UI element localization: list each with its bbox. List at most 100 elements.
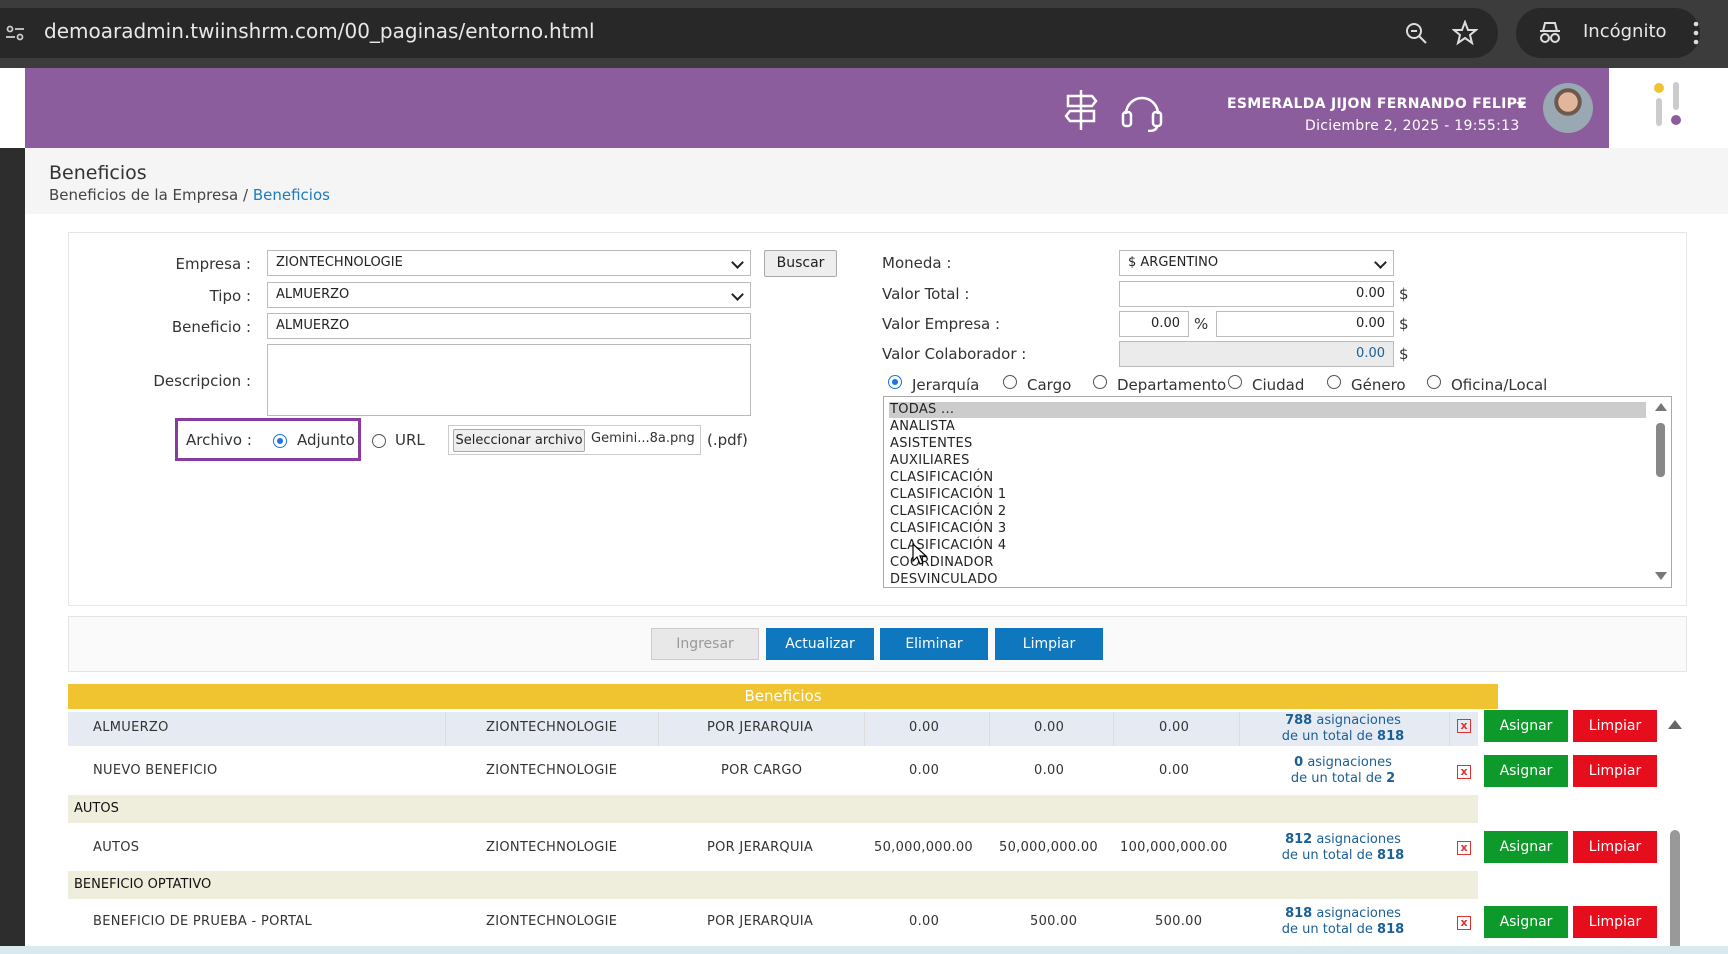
scroll-thumb[interactable]: [1656, 423, 1665, 477]
table-row[interactable]: NUEVO BENEFICIO ZIONTECHNOLOGIE POR CARG…: [68, 748, 1478, 792]
assignments-summary[interactable]: 0 asignaciones de un total de 2: [1253, 755, 1433, 787]
list-item[interactable]: CLASIFICACIÓN 3: [890, 521, 1006, 536]
delete-icon[interactable]: x: [1457, 916, 1471, 930]
buscar-button[interactable]: Buscar: [764, 250, 837, 277]
valor-total-input[interactable]: 0.00: [1119, 281, 1394, 307]
adjunto-radio[interactable]: [273, 434, 287, 448]
user-name[interactable]: ESMERALDA JIJON FERNANDO FELIPE: [1227, 96, 1527, 112]
beneficio-input[interactable]: ALMUERZO: [267, 313, 751, 339]
benefit-value-3: 0.00: [1159, 720, 1190, 735]
delete-icon[interactable]: x: [1457, 719, 1471, 733]
bottom-scroll-strip: [0, 946, 1728, 954]
list-item[interactable]: ASISTENTES: [890, 436, 973, 451]
breadcrumb-root[interactable]: Beneficios de la Empresa: [49, 186, 238, 204]
list-item[interactable]: CLASIFICACIÓN 4: [890, 538, 1006, 553]
limpiar-row-button[interactable]: Limpiar: [1573, 755, 1657, 787]
descripcion-label: Descripcion :: [153, 372, 251, 390]
filter-radio-jerarquia[interactable]: [888, 375, 902, 389]
empresa-select[interactable]: ZIONTECHNOLOGIE: [267, 250, 751, 276]
bookmark-star-icon[interactable]: [1451, 19, 1479, 46]
delete-icon[interactable]: x: [1457, 841, 1471, 855]
filter-radio-cargo[interactable]: [1003, 375, 1017, 389]
limpiar-row-button[interactable]: Limpiar: [1573, 710, 1657, 742]
site-info-icon[interactable]: [4, 22, 26, 44]
tipo-label: Tipo :: [209, 287, 251, 305]
title-bar: [25, 148, 1728, 214]
list-item[interactable]: AUXILIARES: [890, 453, 970, 468]
adjunto-label[interactable]: Adjunto: [297, 431, 355, 449]
filter-radio-oficina[interactable]: [1427, 375, 1441, 389]
mouse-cursor-icon: [912, 542, 928, 567]
ingresar-button[interactable]: Ingresar: [651, 628, 759, 660]
url-text[interactable]: demoaradmin.twiinshrm.com/00_paginas/ent…: [44, 19, 595, 43]
limpiar-row-button[interactable]: Limpiar: [1573, 906, 1657, 938]
assignments-word: asignaciones: [1316, 713, 1401, 728]
moneda-select[interactable]: $ ARGENTINO: [1119, 250, 1394, 276]
filter-label-jerarquia[interactable]: Jerarquía: [912, 376, 979, 394]
eliminar-button[interactable]: Eliminar: [880, 628, 988, 660]
url-label[interactable]: URL: [395, 431, 425, 449]
signpost-icon[interactable]: [1063, 88, 1099, 132]
listbox-scrollbar[interactable]: [1651, 397, 1670, 587]
assignments-summary[interactable]: 788 asignaciones de un total de 818: [1253, 713, 1433, 745]
valor-empresa-input[interactable]: 0.00: [1216, 311, 1394, 337]
incognito-label: Incógnito: [1583, 21, 1667, 42]
limpiar-form-button[interactable]: Limpiar: [995, 628, 1103, 660]
list-item[interactable]: CLASIFICACIÓN: [890, 470, 993, 485]
tipo-select[interactable]: ALMUERZO: [267, 282, 751, 308]
empresa-label: Empresa :: [175, 255, 251, 273]
table-row[interactable]: AUTOS ZIONTECHNOLOGIE POR JERARQUIA 50,0…: [68, 825, 1478, 869]
filter-label-cargo[interactable]: Cargo: [1027, 376, 1071, 394]
filter-label-oficina[interactable]: Oficina/Local: [1451, 376, 1547, 394]
assignments-summary[interactable]: 812 asignaciones de un total de 818: [1253, 832, 1433, 864]
asignar-button[interactable]: Asignar: [1484, 906, 1568, 938]
filter-radio-ciudad[interactable]: [1228, 375, 1242, 389]
filter-radio-departamento[interactable]: [1093, 375, 1107, 389]
filter-label-departamento[interactable]: Departamento: [1117, 376, 1226, 394]
list-item[interactable]: TODAS ...: [890, 402, 954, 417]
filter-label-genero[interactable]: Género: [1351, 376, 1406, 394]
benefit-value-2: 0.00: [1034, 720, 1065, 735]
list-item[interactable]: CLASIFICACIÓN 2: [890, 504, 1006, 519]
limpiar-row-button[interactable]: Limpiar: [1573, 831, 1657, 863]
left-margin: [0, 68, 25, 148]
list-item[interactable]: CLASIFICACIÓN 1: [890, 487, 1006, 502]
delete-icon[interactable]: x: [1457, 765, 1471, 779]
company-logo: [1609, 68, 1728, 148]
benefit-value-1: 0.00: [909, 720, 940, 735]
column-divider: [864, 712, 865, 746]
assigned-count: 788: [1285, 713, 1313, 728]
headset-icon[interactable]: [1120, 88, 1164, 133]
browser-menu-icon[interactable]: [1692, 20, 1700, 46]
filter-listbox[interactable]: TODAS ... ANALISTA ASISTENTES AUXILIARES…: [883, 396, 1672, 588]
url-radio[interactable]: [372, 434, 386, 448]
table-row[interactable]: BENEFICIO DE PRUEBA - PORTAL ZIONTECHNOL…: [68, 901, 1478, 945]
breadcrumb-current[interactable]: Beneficios: [253, 186, 330, 204]
table-row[interactable]: ALMUERZO ZIONTECHNOLOGIE POR JERARQUIA 0…: [68, 712, 1478, 746]
list-item[interactable]: DESVINCULADO: [890, 572, 998, 587]
valor-colaborador-label: Valor Colaborador :: [882, 345, 1027, 363]
side-nav-strip[interactable]: [0, 148, 25, 954]
table-scroll-up-arrow-icon[interactable]: [1668, 720, 1682, 729]
filter-label-ciudad[interactable]: Ciudad: [1252, 376, 1304, 394]
assignments-summary[interactable]: 818 asignaciones de un total de 818: [1253, 906, 1433, 938]
descripcion-textarea[interactable]: [267, 344, 751, 416]
valor-empresa-pct-input[interactable]: 0.00: [1119, 311, 1189, 337]
zoom-icon[interactable]: [1404, 21, 1428, 45]
table-scroll-thumb[interactable]: [1670, 830, 1680, 954]
list-item[interactable]: ANALISTA: [890, 419, 955, 434]
scroll-up-arrow-icon[interactable]: [1655, 403, 1667, 411]
select-file-button[interactable]: Seleccionar archivo: [453, 429, 585, 452]
avatar[interactable]: [1543, 83, 1593, 133]
column-divider: [445, 712, 446, 746]
asignar-button[interactable]: Asignar: [1484, 710, 1568, 742]
asignar-button[interactable]: Asignar: [1484, 831, 1568, 863]
scroll-down-arrow-icon[interactable]: [1655, 572, 1667, 580]
user-dropdown-caret-icon[interactable]: [1516, 102, 1526, 108]
actualizar-button[interactable]: Actualizar: [766, 628, 874, 660]
actions-panel: [68, 616, 1687, 672]
list-item[interactable]: COORDINADOR: [890, 555, 994, 570]
filter-radio-genero[interactable]: [1327, 375, 1341, 389]
asignar-button[interactable]: Asignar: [1484, 755, 1568, 787]
column-divider: [1239, 712, 1240, 746]
